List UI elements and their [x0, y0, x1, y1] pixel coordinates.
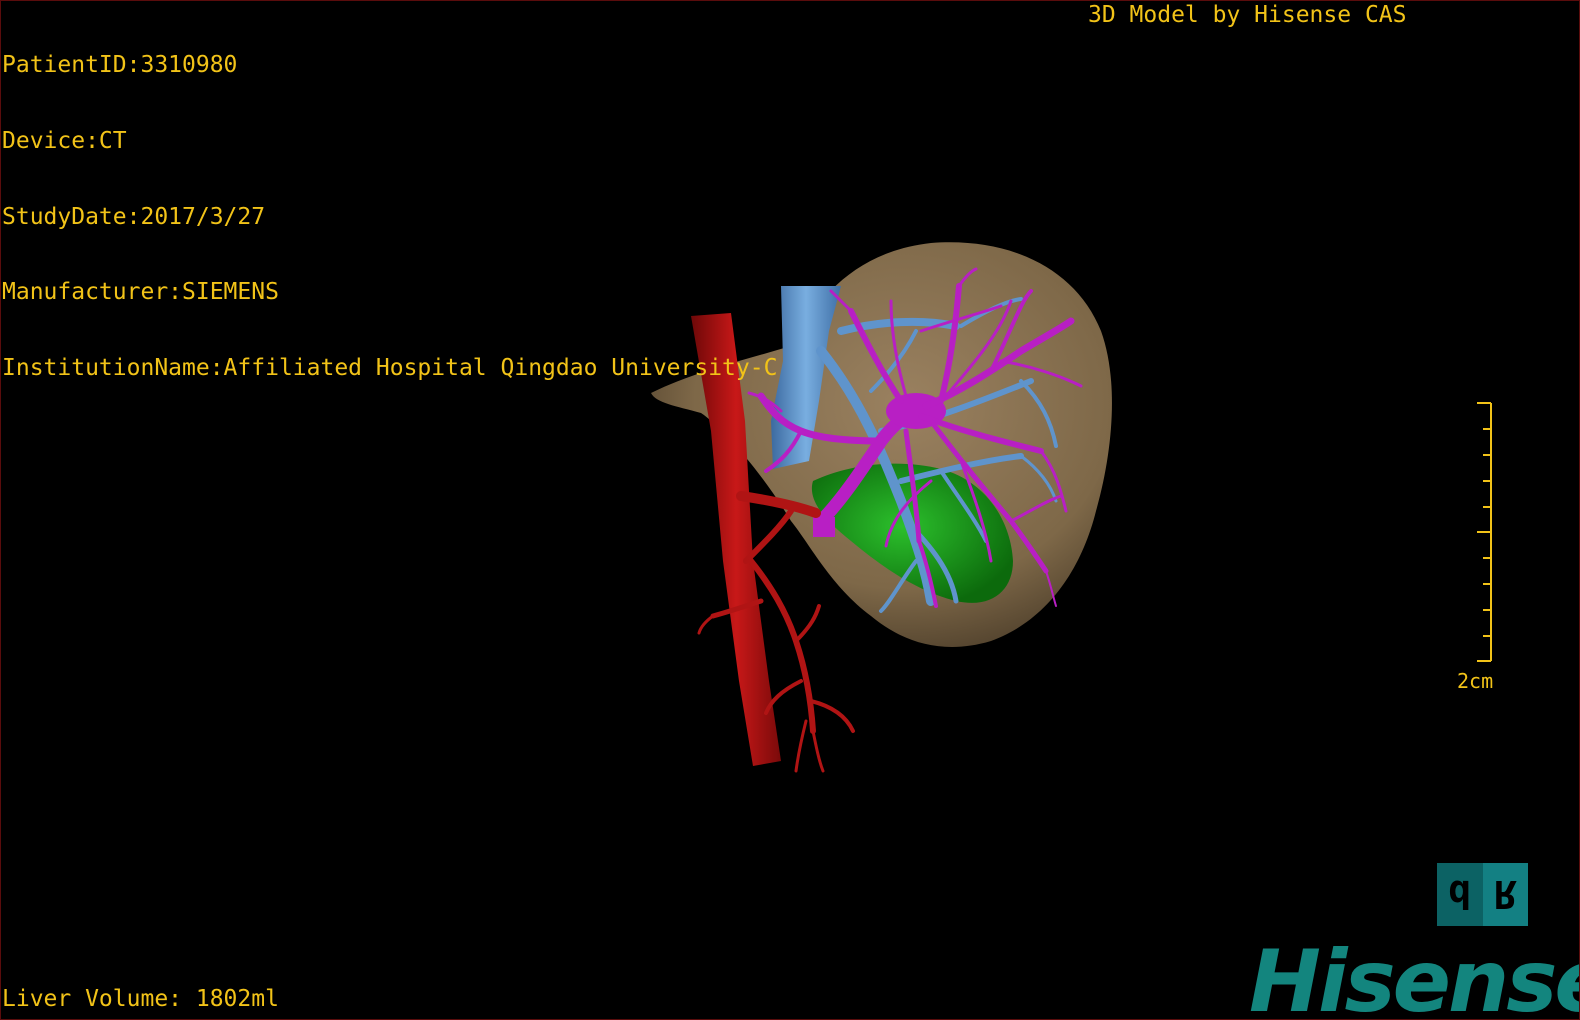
orientation-face-left[interactable]: d	[1437, 863, 1483, 926]
manufacturer: Manufacturer:SIEMENS	[2, 279, 279, 306]
patient-id: PatientID:3310980	[2, 52, 238, 79]
orientation-face-right[interactable]: R	[1482, 863, 1528, 926]
orientation-cube[interactable]: d R	[1437, 863, 1528, 926]
scale-bar-label: 2cm	[1457, 669, 1494, 693]
study-date: StudyDate:2017/3/27	[2, 203, 266, 230]
liver-volume: Liver Volume: 1802ml	[2, 986, 279, 1012]
scale-bar	[1477, 402, 1492, 662]
model-credit: 3D Model by Hisense CAS	[1088, 2, 1407, 28]
device: Device:CT	[2, 128, 127, 154]
institution-name: InstitutionName:Affiliated Hospital Qing…	[2, 354, 778, 381]
patient-info-overlay: PatientID:3310980 Device:CT StudyDate:20…	[2, 3, 777, 431]
hisense-logo: Hisense	[1249, 932, 1580, 1020]
3d-viewport[interactable]: PatientID:3310980 Device:CT StudyDate:20…	[0, 0, 1580, 1020]
